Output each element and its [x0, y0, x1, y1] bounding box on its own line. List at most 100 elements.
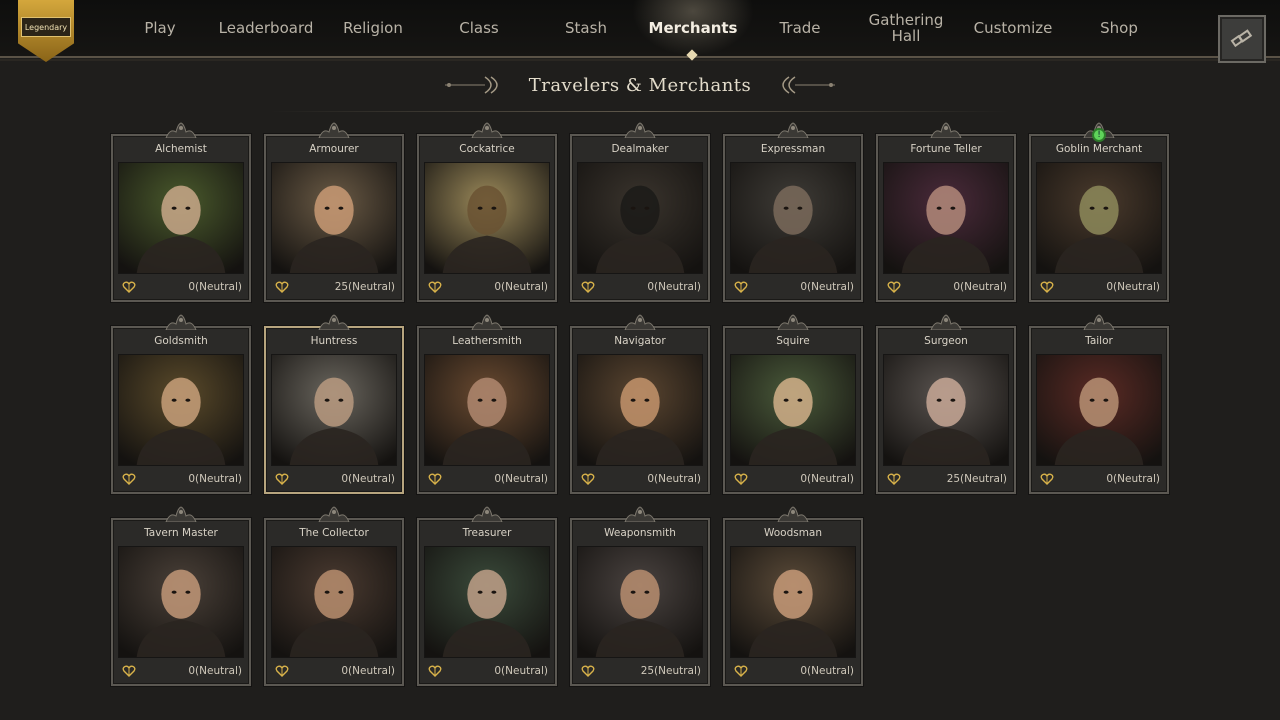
heart-icon [581, 281, 595, 293]
reputation-row: 25(Neutral) [883, 469, 1009, 489]
merchant-card-woodsman[interactable]: Woodsman 0(Neutral) [723, 506, 863, 686]
nav-trade[interactable]: Trade [745, 0, 855, 56]
nav-gathering-hall[interactable]: Gathering Hall [851, 0, 961, 56]
reputation-row: 0(Neutral) [271, 661, 397, 681]
heart-icon [428, 665, 442, 677]
merchant-card-the-collector[interactable]: The Collector 0(Neutral) [264, 506, 404, 686]
reputation-value: 0(Neutral) [341, 665, 395, 677]
merchant-name: Tavern Master [144, 527, 218, 539]
card-crest-icon [471, 122, 503, 138]
reputation-row: 0(Neutral) [577, 277, 703, 297]
merchant-name: Alchemist [155, 143, 207, 155]
nav-stash[interactable]: Stash [531, 0, 641, 56]
reputation-value: 0(Neutral) [953, 281, 1007, 293]
reputation-value: 0(Neutral) [188, 473, 242, 485]
heart-icon [275, 665, 289, 677]
merchant-card-expressman[interactable]: Expressman 0(Neutral) [723, 122, 863, 302]
merchant-portrait [577, 354, 703, 466]
merchant-name: Navigator [614, 335, 666, 347]
reputation-value: 0(Neutral) [188, 281, 242, 293]
heart-icon [275, 473, 289, 485]
card-crest-icon [777, 314, 809, 330]
reputation-row: 0(Neutral) [577, 469, 703, 489]
merchant-name: Squire [776, 335, 810, 347]
reputation-value: 0(Neutral) [188, 665, 242, 677]
reputation-row: 0(Neutral) [730, 277, 856, 297]
spyglass-button[interactable] [1218, 15, 1266, 63]
merchant-card-huntress[interactable]: Huntress 0(Neutral) [264, 314, 404, 494]
reputation-row: 0(Neutral) [883, 277, 1009, 297]
reputation-row: 0(Neutral) [730, 469, 856, 489]
merchant-card-goblin-merchant[interactable]: ! Goblin Merchant 0(Neutral) [1029, 122, 1169, 302]
reputation-value: 0(Neutral) [494, 665, 548, 677]
reputation-row: 0(Neutral) [118, 661, 244, 681]
card-crest-icon [318, 314, 350, 330]
reputation-row: 0(Neutral) [424, 469, 550, 489]
heart-icon [734, 281, 748, 293]
merchant-name: Armourer [309, 143, 359, 155]
nav-merchants[interactable]: Merchants [638, 0, 748, 56]
main-nav: Play Leaderboard Religion Class Stash Me… [0, 0, 1280, 56]
merchant-card-armourer[interactable]: Armourer 25(Neutral) [264, 122, 404, 302]
reputation-row: 0(Neutral) [424, 277, 550, 297]
section-header: Travelers & Merchants [0, 70, 1280, 100]
merchant-card-tavern-master[interactable]: Tavern Master 0(Neutral) [111, 506, 251, 686]
reputation-row: 0(Neutral) [1036, 277, 1162, 297]
card-crest-icon [471, 506, 503, 522]
merchant-portrait [577, 162, 703, 274]
merchant-card-cockatrice[interactable]: Cockatrice 0(Neutral) [417, 122, 557, 302]
merchant-portrait [1036, 162, 1162, 274]
merchant-card-fortune-teller[interactable]: Fortune Teller 0(Neutral) [876, 122, 1016, 302]
merchant-card-tailor[interactable]: Tailor 0(Neutral) [1029, 314, 1169, 494]
merchant-card-alchemist[interactable]: Alchemist 0(Neutral) [111, 122, 251, 302]
merchant-card-squire[interactable]: Squire 0(Neutral) [723, 314, 863, 494]
merchant-name: Huntress [310, 335, 358, 347]
merchant-portrait [424, 162, 550, 274]
merchant-name: Woodsman [763, 527, 823, 539]
reputation-row: 0(Neutral) [118, 277, 244, 297]
nav-shop[interactable]: Shop [1064, 0, 1174, 56]
merchant-portrait [271, 546, 397, 658]
merchant-portrait [883, 354, 1009, 466]
merchant-portrait [424, 546, 550, 658]
reputation-value: 0(Neutral) [800, 473, 854, 485]
nav-class[interactable]: Class [424, 0, 534, 56]
heart-icon [581, 665, 595, 677]
rank-badge-label: Legendary [21, 17, 71, 37]
heart-icon [122, 473, 136, 485]
card-crest-icon [318, 506, 350, 522]
merchant-portrait [730, 354, 856, 466]
merchant-card-surgeon[interactable]: Surgeon 25(Neutral) [876, 314, 1016, 494]
merchant-card-leathersmith[interactable]: Leathersmith 0(Neutral) [417, 314, 557, 494]
card-crest-icon [930, 314, 962, 330]
merchant-card-goldsmith[interactable]: Goldsmith 0(Neutral) [111, 314, 251, 494]
heart-icon [275, 281, 289, 293]
card-crest-icon [165, 314, 197, 330]
card-crest-icon [930, 122, 962, 138]
merchant-name: Weaponsmith [604, 527, 676, 539]
reputation-row: 25(Neutral) [577, 661, 703, 681]
reputation-row: 0(Neutral) [271, 469, 397, 489]
card-crest-icon [624, 506, 656, 522]
merchant-name: Goldsmith [154, 335, 208, 347]
merchant-card-navigator[interactable]: Navigator 0(Neutral) [570, 314, 710, 494]
merchant-name: Cockatrice [459, 143, 515, 155]
card-crest-icon [777, 122, 809, 138]
merchant-portrait [577, 546, 703, 658]
merchant-card-weaponsmith[interactable]: Weaponsmith 25(Neutral) [570, 506, 710, 686]
page-title: Travelers & Merchants [528, 74, 752, 96]
nav-customize[interactable]: Customize [958, 0, 1068, 56]
merchant-name: Tailor [1085, 335, 1113, 347]
nav-leaderboard[interactable]: Leaderboard [211, 0, 321, 56]
heart-icon [122, 665, 136, 677]
left-ornament-icon [444, 76, 498, 94]
merchant-card-dealmaker[interactable]: Dealmaker 0(Neutral) [570, 122, 710, 302]
reputation-row: 0(Neutral) [424, 661, 550, 681]
nav-religion[interactable]: Religion [318, 0, 428, 56]
nav-play[interactable]: Play [105, 0, 215, 56]
merchant-portrait [118, 354, 244, 466]
reputation-value: 0(Neutral) [1106, 281, 1160, 293]
merchant-card-treasurer[interactable]: Treasurer 0(Neutral) [417, 506, 557, 686]
reputation-value: 0(Neutral) [494, 281, 548, 293]
reputation-value: 25(Neutral) [334, 281, 395, 293]
